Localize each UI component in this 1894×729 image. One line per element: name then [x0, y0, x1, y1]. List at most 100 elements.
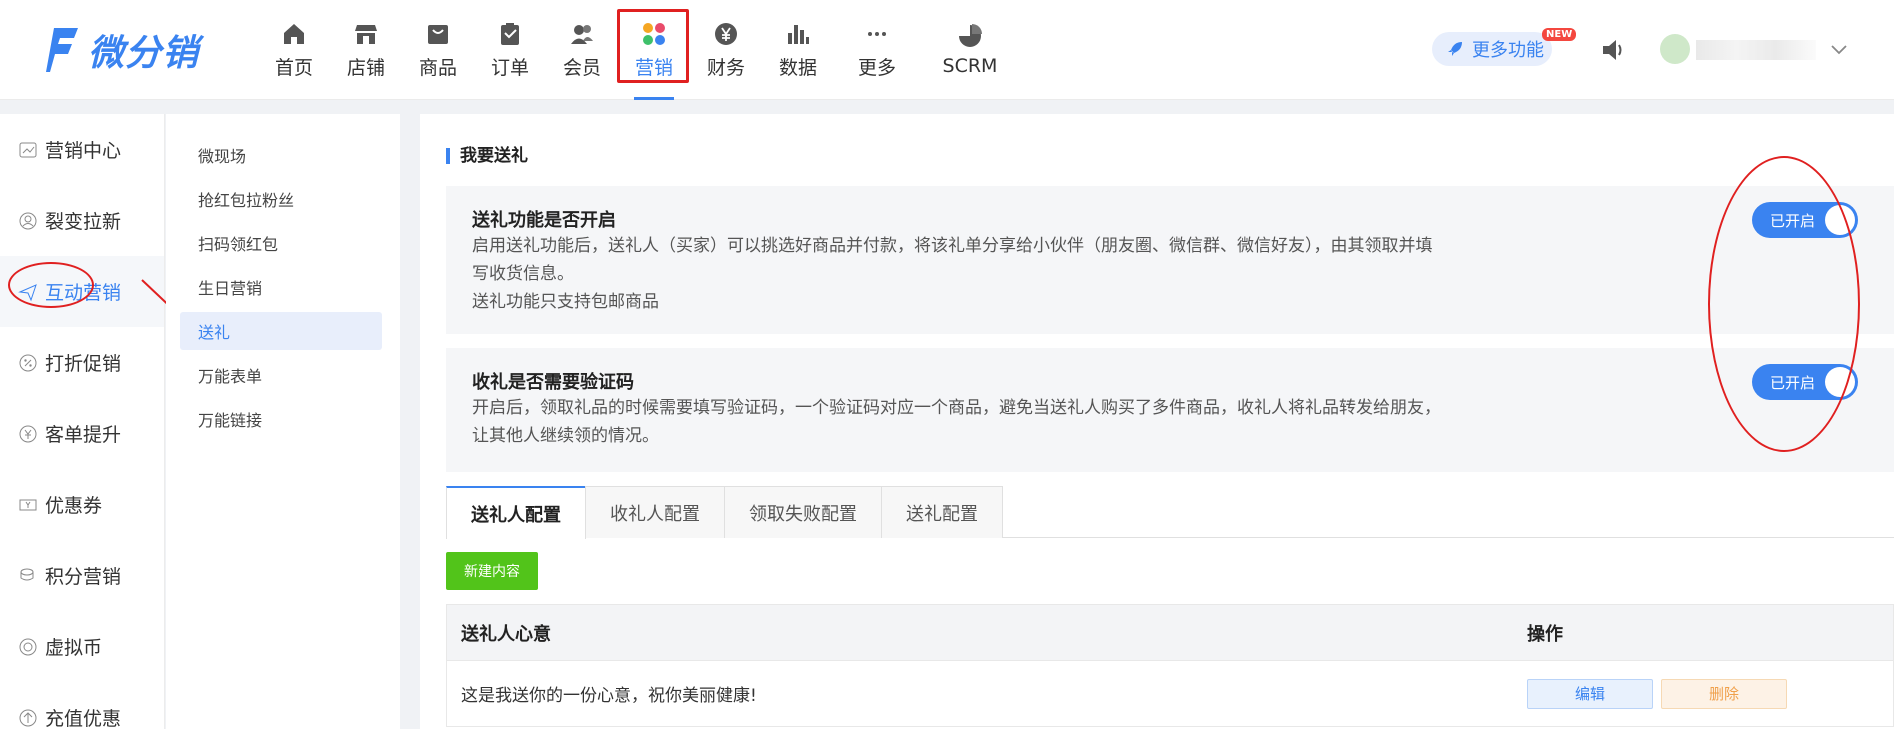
row-actions: 编辑 删除 — [1517, 678, 1787, 709]
members-icon — [571, 24, 593, 44]
sidebar-item-points[interactable]: 积分营销 — [0, 540, 164, 611]
logo-text: 微分销 — [88, 33, 200, 74]
nav-label: SCRM — [942, 55, 998, 77]
column-header-message: 送礼人心意 — [461, 623, 551, 645]
nav-item-members[interactable]: 会员 — [546, 0, 618, 100]
subnav-item-live[interactable]: 微现场 — [180, 136, 382, 174]
bar-chart-icon — [788, 24, 809, 44]
sidebar-item-order-boost[interactable]: 客单提升 — [0, 398, 164, 469]
sidebar-item-label: 充值优惠 — [45, 708, 122, 729]
pie-chart-icon — [959, 24, 982, 47]
trend-chart-icon — [19, 142, 37, 157]
top-bar: 微分销 首页 店铺 商品 订单 会员 营销 财务 数据 更多 SCRM 更多功能… — [0, 0, 1894, 100]
subnav-item-red-packet-fans[interactable]: 抢红包拉粉丝 — [180, 180, 382, 218]
subnav-item-gift[interactable]: 送礼 — [180, 312, 382, 350]
nav-label: 订单 — [490, 56, 529, 79]
more-features-label: 更多功能 — [1472, 40, 1544, 61]
subnav-item-universal-link[interactable]: 万能链接 — [180, 400, 382, 438]
table-row: 这是我送你的一份心意，祝你美丽健康! 编辑 删除 — [447, 661, 1893, 727]
setting-title: 送礼功能是否开启 — [472, 210, 616, 231]
page-title: 我要送礼 — [446, 148, 528, 165]
new-content-button[interactable]: 新建内容 — [446, 552, 538, 590]
highlight-ellipse-toggles — [1708, 156, 1860, 452]
yen-coin-icon — [715, 22, 737, 45]
nav-label: 数据 — [778, 56, 817, 79]
nav-item-data[interactable]: 数据 — [762, 0, 834, 100]
sender-message-table: 送礼人心意 操作 这是我送你的一份心意，祝你美丽健康! 编辑 删除 — [446, 604, 1894, 727]
logo-mark-icon — [46, 28, 78, 72]
nav-label: 财务 — [706, 56, 745, 79]
goods-box-icon — [428, 24, 448, 44]
subnav-item-scan-red-packet[interactable]: 扫码领红包 — [180, 224, 382, 262]
user-name-blurred[interactable] — [1696, 40, 1816, 60]
nav-label: 会员 — [562, 56, 601, 79]
column-header-actions: 操作 — [1527, 623, 1563, 645]
nav-item-home[interactable]: 首页 — [258, 0, 330, 100]
coupon-icon — [19, 499, 37, 510]
sidebar-item-recharge[interactable]: 充值优惠 — [0, 682, 164, 729]
recharge-icon — [19, 709, 37, 726]
sidebar-item-marketing-center[interactable]: 营销中心 — [0, 114, 164, 185]
chevron-down-icon[interactable] — [1830, 44, 1848, 56]
highlight-box-marketing — [617, 9, 689, 83]
table-header: 送礼人心意 操作 — [447, 605, 1893, 661]
speaker-icon[interactable] — [1600, 36, 1626, 64]
nav-label: 商品 — [418, 56, 457, 79]
avatar[interactable] — [1660, 34, 1690, 64]
sidebar-item-label: 虚拟币 — [45, 637, 103, 659]
yen-circle-icon — [19, 425, 37, 442]
nav-item-finance[interactable]: 财务 — [690, 0, 762, 100]
nav-item-more[interactable]: 更多 — [834, 0, 920, 100]
nav-item-store[interactable]: 店铺 — [330, 0, 402, 100]
new-badge: NEW — [1542, 28, 1577, 41]
row-message: 这是我送你的一份心意，祝你美丽健康! — [461, 686, 757, 706]
subnav-item-birthday[interactable]: 生日营销 — [180, 268, 382, 306]
setting-desc-line: 启用送礼功能后，送礼人（买家）可以挑选好商品并付款，将该礼单分享给小伙伴（朋友圈… — [472, 236, 1433, 256]
sidebar-item-discount[interactable]: 打折促销 — [0, 327, 164, 398]
virtual-coin-icon — [19, 638, 37, 655]
sidebar-item-label: 裂变拉新 — [45, 211, 122, 233]
subnav-item-universal-form[interactable]: 万能表单 — [180, 356, 382, 394]
config-tabs: 送礼人配置 收礼人配置 领取失败配置 送礼配置 — [446, 486, 1894, 539]
nav-label: 店铺 — [346, 56, 385, 79]
nav-item-goods[interactable]: 商品 — [402, 0, 474, 100]
tab-receiver-config[interactable]: 收礼人配置 — [585, 486, 725, 538]
coins-stack-icon — [20, 568, 34, 580]
nav-label: 首页 — [274, 56, 313, 79]
primary-sidebar: 营销中心 裂变拉新 互动营销 打折促销 客单提升 优惠券 积分营销 虚拟币 充值… — [0, 114, 165, 729]
delete-button[interactable]: 删除 — [1661, 678, 1787, 709]
setting-desc-line: 开启后，领取礼品的时候需要填写验证码，一个验证码对应一个商品，避免当送礼人购买了… — [472, 398, 1441, 418]
sidebar-item-virtual-coin[interactable]: 虚拟币 — [0, 611, 164, 682]
tab-claim-failed-config[interactable]: 领取失败配置 — [724, 486, 882, 538]
nav-label: 更多 — [857, 56, 896, 79]
secondary-sidebar: 微现场 抢红包拉粉丝 扫码领红包 生日营销 送礼 万能表单 万能链接 — [166, 114, 400, 729]
more-dots-icon — [868, 31, 886, 36]
home-icon — [284, 23, 304, 44]
discount-badge-icon — [19, 354, 37, 371]
nav-item-scrm[interactable]: SCRM — [920, 0, 1020, 100]
store-icon — [355, 24, 377, 44]
sidebar-item-label: 打折促销 — [45, 353, 122, 375]
tab-sender-config[interactable]: 送礼人配置 — [446, 486, 586, 539]
edit-button[interactable]: 编辑 — [1527, 678, 1653, 709]
highlight-ellipse-interactive — [8, 262, 94, 308]
setting-desc-line: 让其他人继续领的情况。 — [472, 426, 659, 446]
sidebar-item-label: 积分营销 — [45, 566, 122, 588]
setting-desc-line: 写收货信息。 — [472, 264, 574, 284]
setting-card-verify-code: 收礼是否需要验证码 开启后，领取礼品的时候需要填写验证码，一个验证码对应一个商品… — [446, 348, 1894, 472]
user-refresh-icon — [19, 212, 37, 229]
sidebar-item-coupon[interactable]: 优惠券 — [0, 469, 164, 540]
main-panel: 我要送礼 送礼功能是否开启 启用送礼功能后，送礼人（买家）可以挑选好商品并付款，… — [420, 114, 1894, 729]
clipboard-icon — [501, 22, 519, 45]
sidebar-item-fission[interactable]: 裂变拉新 — [0, 185, 164, 256]
tab-gift-config[interactable]: 送礼配置 — [881, 486, 1003, 538]
setting-desc-line: 送礼功能只支持包邮商品 — [472, 292, 659, 312]
sidebar-item-label: 营销中心 — [45, 140, 122, 162]
setting-title: 收礼是否需要验证码 — [472, 372, 634, 393]
sidebar-item-label: 优惠券 — [45, 495, 103, 517]
setting-card-gift-enable: 送礼功能是否开启 启用送礼功能后，送礼人（买家）可以挑选好商品并付款，将该礼单分… — [446, 186, 1894, 334]
app-logo[interactable]: 微分销 — [44, 22, 199, 78]
sidebar-item-label: 客单提升 — [45, 424, 122, 446]
more-features-button[interactable]: 更多功能 — [1432, 32, 1552, 66]
nav-item-orders[interactable]: 订单 — [474, 0, 546, 100]
